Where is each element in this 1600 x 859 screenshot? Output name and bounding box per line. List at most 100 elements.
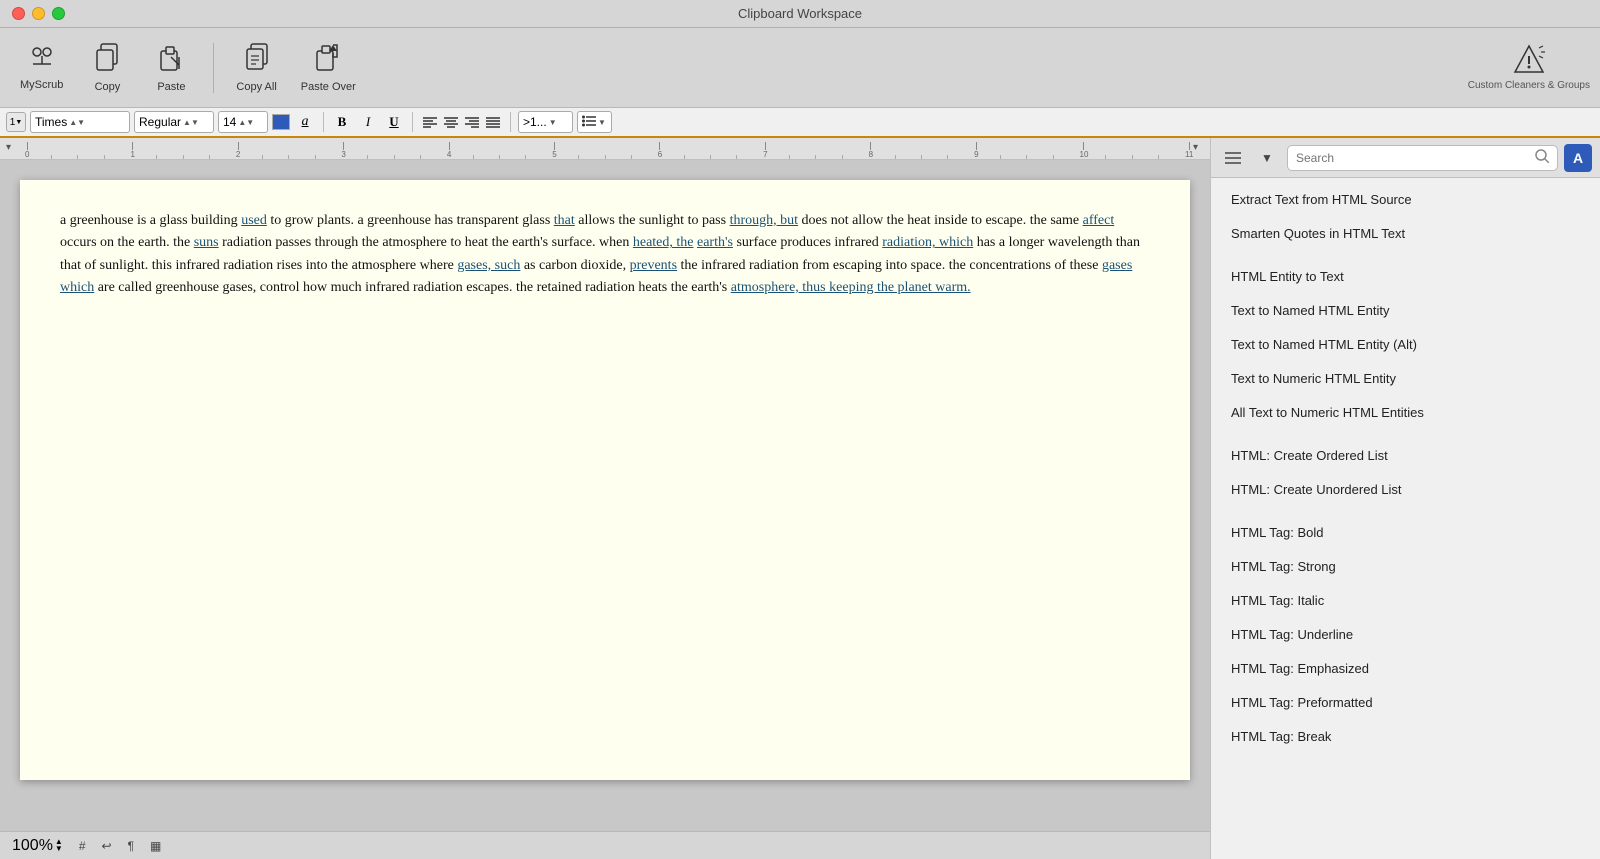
- font-select[interactable]: Times ▲▼: [30, 111, 130, 133]
- more-options-select[interactable]: >1... ▼: [518, 111, 573, 133]
- style-value: Regular: [139, 115, 181, 129]
- copy-all-icon: [243, 43, 271, 79]
- main-area: ▾ ▾ 01234567891011 a greenhouse is a gla…: [0, 138, 1600, 859]
- panel-list-item-text-to-named-html[interactable]: Text to Named HTML Entity: [1215, 294, 1596, 327]
- document-text-span: radiation passes through the atmosphere …: [219, 235, 633, 250]
- paste-button[interactable]: Paste: [141, 37, 201, 99]
- document-link[interactable]: that: [554, 213, 575, 228]
- status-bar: 100% ▲▼ # ↩ ¶ ▦: [0, 831, 1210, 859]
- align-group: [420, 111, 503, 133]
- document-link[interactable]: suns: [194, 235, 219, 250]
- return-button[interactable]: ↩: [102, 839, 112, 853]
- char-a-label: a: [302, 114, 309, 130]
- maximize-button[interactable]: [52, 7, 65, 20]
- ruler-tick: 7: [763, 142, 767, 159]
- align-justify-button[interactable]: [483, 111, 503, 133]
- panel-a-label: A: [1573, 150, 1583, 166]
- paste-over-button[interactable]: Paste Over: [291, 37, 366, 99]
- custom-cleaners-label: Custom Cleaners & Groups: [1468, 80, 1590, 91]
- document-link[interactable]: heated, the: [633, 235, 694, 250]
- document-text-span: a greenhouse is a glass building: [60, 213, 241, 228]
- panel-list-item-smarten-quotes[interactable]: Smarten Quotes in HTML Text: [1215, 217, 1596, 250]
- document-link[interactable]: earth's: [697, 235, 733, 250]
- panel-list-item-text-to-named-html-alt[interactable]: Text to Named HTML Entity (Alt): [1215, 328, 1596, 361]
- document-link[interactable]: radiation, which: [882, 235, 973, 250]
- panel-list-item-extract-text-html[interactable]: Extract Text from HTML Source: [1215, 183, 1596, 216]
- copy-button[interactable]: Copy: [77, 37, 137, 99]
- panel-list-item-html-unordered-list[interactable]: HTML: Create Unordered List: [1215, 473, 1596, 506]
- panel-list-item-html-tag-emphasized[interactable]: HTML Tag: Emphasized: [1215, 652, 1596, 685]
- document-link[interactable]: through, but: [730, 213, 798, 228]
- myscrub-label: MyScrub: [20, 79, 63, 91]
- document-link[interactable]: affect: [1083, 213, 1115, 228]
- document-link[interactable]: gases, such: [457, 258, 520, 273]
- panel-menu-button[interactable]: [1219, 144, 1247, 172]
- copy-label: Copy: [95, 81, 121, 93]
- size-select[interactable]: 14 ▲▼: [218, 111, 268, 133]
- list-select[interactable]: ▼: [577, 111, 612, 133]
- hash-button[interactable]: #: [79, 839, 86, 853]
- panel-list-item-html-tag-italic[interactable]: HTML Tag: Italic: [1215, 584, 1596, 617]
- close-button[interactable]: [12, 7, 25, 20]
- editor-pane: ▾ ▾ 01234567891011 a greenhouse is a gla…: [0, 138, 1210, 859]
- document-text-span: occurs on the earth. the: [60, 235, 194, 250]
- format-bar: 1 ▼ Times ▲▼ Regular ▲▼ 14 ▲▼ a B I U: [0, 108, 1600, 138]
- ruler-tick: 9: [974, 142, 978, 159]
- document-area[interactable]: a greenhouse is a glass building used to…: [0, 160, 1210, 831]
- document-text-span: to grow plants. a greenhouse has transpa…: [267, 213, 554, 228]
- document-link[interactable]: prevents: [630, 258, 677, 273]
- format-sep-3: [510, 112, 511, 132]
- format-sep-2: [412, 112, 413, 132]
- panel-list-item-html-tag-bold[interactable]: HTML Tag: Bold: [1215, 516, 1596, 549]
- chart-button[interactable]: ▦: [150, 839, 161, 853]
- italic-label: I: [366, 114, 370, 130]
- search-box: [1287, 145, 1558, 171]
- panel-list-item-all-text-to-numeric[interactable]: All Text to Numeric HTML Entities: [1215, 396, 1596, 429]
- panel-list-item-html-tag-strong[interactable]: HTML Tag: Strong: [1215, 550, 1596, 583]
- style-select[interactable]: Regular ▲▼: [134, 111, 214, 133]
- align-center-button[interactable]: [441, 111, 461, 133]
- list-num-btn[interactable]: 1 ▼: [6, 112, 26, 132]
- panel-list-item-html-tag-preformatted[interactable]: HTML Tag: Preformatted: [1215, 686, 1596, 719]
- char-a-button[interactable]: a: [294, 111, 316, 133]
- document-link[interactable]: used: [241, 213, 267, 228]
- search-input[interactable]: [1296, 151, 1531, 165]
- myscrub-button[interactable]: MyScrub: [10, 38, 73, 97]
- bold-button[interactable]: B: [331, 111, 353, 133]
- panel-chevron-button[interactable]: ▼: [1253, 144, 1281, 172]
- panel-list-item-html-entity-to-text[interactable]: HTML Entity to Text: [1215, 260, 1596, 293]
- toolbar-main-group: MyScrub Copy Paste: [10, 37, 366, 99]
- document-link[interactable]: atmosphere, thus keeping the planet warm…: [731, 280, 971, 295]
- more-chevron: ▼: [549, 118, 557, 127]
- document-text[interactable]: a greenhouse is a glass building used to…: [60, 210, 1150, 300]
- panel-list-divider: [1211, 251, 1600, 259]
- paste-over-icon: [315, 43, 341, 79]
- underline-button[interactable]: U: [383, 111, 405, 133]
- zoom-control[interactable]: 100% ▲▼: [12, 837, 63, 855]
- panel-list-item-text-to-numeric-html[interactable]: Text to Numeric HTML Entity: [1215, 362, 1596, 395]
- chart-icon: ▦: [150, 839, 161, 853]
- copy-all-button[interactable]: Copy All: [226, 37, 286, 99]
- underline-label: U: [389, 114, 398, 130]
- zoom-chevron: ▲▼: [55, 839, 63, 852]
- ruler-tick: 10: [1080, 142, 1089, 159]
- panel-list-item-html-ordered-list[interactable]: HTML: Create Ordered List: [1215, 439, 1596, 472]
- panel-list-item-html-tag-underline[interactable]: HTML Tag: Underline: [1215, 618, 1596, 651]
- list-num-chevron: ▼: [15, 119, 22, 126]
- align-left-button[interactable]: [420, 111, 440, 133]
- hash-icon: #: [79, 839, 86, 853]
- panel-a-button[interactable]: A: [1564, 144, 1592, 172]
- align-right-button[interactable]: [462, 111, 482, 133]
- paste-over-label: Paste Over: [301, 81, 356, 93]
- custom-cleaners-button[interactable]: Custom Cleaners & Groups: [1468, 44, 1590, 91]
- search-icon[interactable]: [1535, 149, 1549, 166]
- return-icon: ↩: [102, 839, 112, 853]
- paragraph-button[interactable]: ¶: [128, 839, 134, 853]
- ruler-tick: 1: [130, 142, 134, 159]
- italic-button[interactable]: I: [357, 111, 379, 133]
- font-value: Times: [35, 115, 67, 129]
- color-swatch[interactable]: [272, 114, 290, 130]
- panel-list-item-html-tag-break[interactable]: HTML Tag: Break: [1215, 720, 1596, 753]
- minimize-button[interactable]: [32, 7, 45, 20]
- window-title: Clipboard Workspace: [738, 6, 862, 21]
